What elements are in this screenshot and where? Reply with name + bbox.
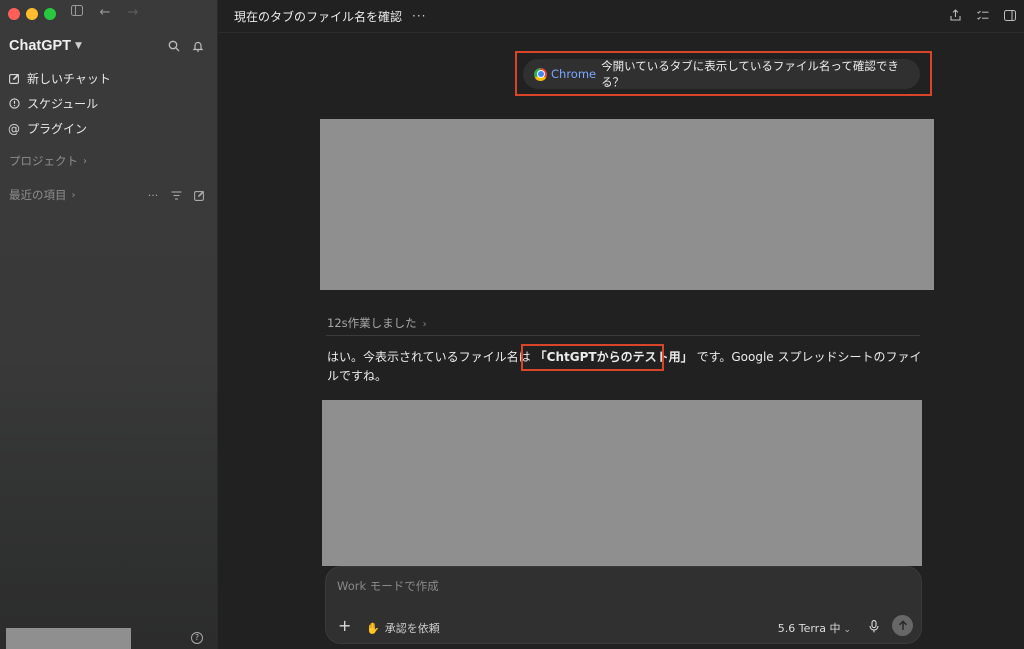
sidebar-item-label: 新しいチャット [27, 72, 111, 86]
more-icon[interactable]: ··· [147, 189, 159, 202]
divider [326, 335, 920, 336]
help-icon[interactable]: ? [191, 632, 203, 644]
window-controls [8, 8, 56, 20]
recent-tools: ··· [147, 189, 205, 202]
message-composer[interactable]: Work モードで作成 + ✋ 承認を依頼 5.6 Terra 中 ⌄ [325, 566, 922, 644]
sidebar-item-label: スケジュール [27, 97, 99, 111]
model-label: 5.6 Terra 中 [777, 622, 841, 635]
reasoning-label: 12s作業しました [327, 316, 417, 330]
schedule-icon [8, 98, 20, 110]
app-window: ← → ChatGPT ▼ 新しいチャット スケジュール @ プラグイン プロジ… [0, 0, 1024, 649]
brand-row: ChatGPT ▼ [9, 36, 205, 56]
back-arrow-icon[interactable]: ← [98, 5, 112, 21]
header-actions [949, 8, 1016, 22]
sidebar: ← → ChatGPT ▼ 新しいチャット スケジュール @ プラグイン プロジ… [0, 0, 218, 649]
chevron-right-icon[interactable]: › [72, 190, 76, 201]
forward-arrow-icon[interactable]: → [126, 5, 140, 21]
model-selector[interactable]: 5.6 Terra 中 ⌄ [778, 620, 851, 636]
add-attachment-button[interactable]: + [338, 618, 351, 634]
chevron-right-icon: › [422, 319, 427, 330]
chevron-down-icon: ⌄ [843, 625, 851, 635]
search-icon[interactable] [167, 39, 181, 53]
chat-header: 現在のタブのファイル名を確認 ··· [219, 0, 1024, 33]
redacted-image [322, 400, 922, 566]
more-options-icon[interactable]: ··· [412, 9, 426, 23]
chat-title[interactable]: 現在のタブのファイル名を確認 [234, 8, 402, 25]
recent-label[interactable]: 最近の項目 [9, 187, 67, 203]
close-window-button[interactable] [8, 8, 20, 20]
composer-placeholder[interactable]: Work モードで作成 [337, 578, 439, 594]
user-message: Chrome 今開いているタブに表示しているファイル名って確認できる？ [523, 59, 920, 89]
bell-icon[interactable] [191, 39, 205, 53]
app-tag: Chrome [551, 67, 597, 81]
user-message-text: 今開いているタブに表示しているファイル名って確認できる？ [601, 59, 899, 89]
recent-section: 最近の項目 › ··· [9, 187, 205, 203]
brand-name[interactable]: ChatGPT [9, 38, 71, 54]
share-icon[interactable] [949, 8, 962, 22]
chevron-down-icon[interactable]: ▼ [75, 41, 82, 51]
chrome-icon [534, 67, 547, 81]
brand-actions [167, 39, 205, 53]
sidebar-toggle-icon[interactable] [70, 5, 84, 21]
zoom-window-button[interactable] [44, 8, 56, 20]
annotation-highlight-box [521, 344, 664, 371]
sidebar-item-schedule[interactable]: スケジュール [8, 91, 209, 116]
new-item-icon[interactable] [193, 189, 205, 201]
approval-mode-button[interactable]: ✋ 承認を依頼 [366, 620, 440, 636]
sidebar-nav: 新しいチャット スケジュール @ プラグイン [8, 66, 209, 141]
answer-text-before: はい。今表示されているファイル名は [327, 350, 531, 364]
reasoning-summary[interactable]: 12s作業しました › [327, 315, 427, 331]
minimize-window-button[interactable] [26, 8, 38, 20]
sidebar-item-plugins[interactable]: @ プラグイン [8, 116, 209, 141]
projects-label: プロジェクト [9, 154, 78, 168]
redacted-image [320, 119, 934, 290]
microphone-icon[interactable] [868, 619, 880, 633]
edit-icon [8, 73, 20, 85]
hand-icon: ✋ [366, 621, 380, 635]
checklist-icon[interactable] [976, 8, 989, 22]
panel-toggle-icon[interactable] [1003, 8, 1016, 22]
send-button[interactable] [892, 615, 913, 636]
approval-mode-label: 承認を依頼 [384, 622, 440, 635]
chevron-right-icon: › [83, 155, 87, 167]
sidebar-item-label: プラグイン [27, 122, 88, 136]
projects-section[interactable]: プロジェクト › [9, 153, 205, 169]
sidebar-item-new-chat[interactable]: 新しいチャット [8, 66, 209, 91]
user-profile-redacted[interactable] [6, 628, 131, 649]
window-toolbar: ← → [70, 5, 140, 21]
filter-icon[interactable] [170, 189, 182, 201]
at-icon: @ [8, 121, 20, 136]
